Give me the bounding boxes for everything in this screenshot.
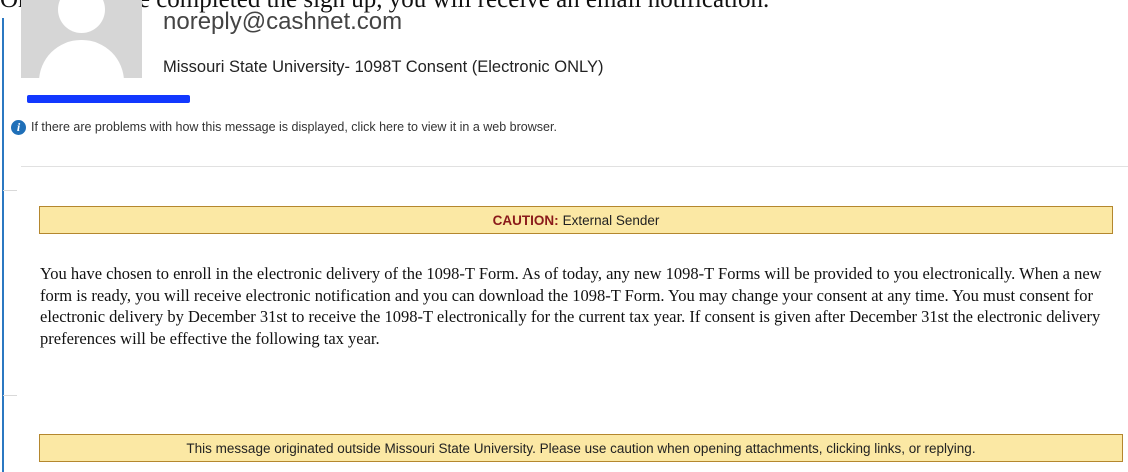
- info-icon: i: [11, 119, 26, 135]
- header-divider: [21, 166, 1128, 167]
- sender-avatar: [21, 0, 142, 78]
- caution-text: External Sender: [562, 212, 660, 228]
- infobar-text[interactable]: If there are problems with how this mess…: [31, 120, 557, 134]
- external-warning-banner: This message originated outside Missouri…: [39, 434, 1123, 462]
- left-divider-tick: [3, 190, 17, 191]
- left-divider-tick: [3, 395, 17, 396]
- avatar-body-shape: [39, 40, 124, 78]
- infobar-view-in-browser[interactable]: i If there are problems with how this me…: [11, 117, 557, 137]
- redaction-mark: [27, 95, 190, 103]
- caution-label: CAUTION:: [492, 212, 559, 228]
- avatar-head-shape: [58, 0, 105, 33]
- message-body: You have chosen to enroll in the electro…: [40, 264, 1102, 348]
- external-warning-text: This message originated outside Missouri…: [186, 440, 976, 456]
- email-subject: Missouri State University- 1098T Consent…: [163, 58, 604, 76]
- sender-email[interactable]: noreply@cashnet.com: [163, 8, 402, 36]
- caution-banner: CAUTION: External Sender: [39, 206, 1113, 234]
- reading-pane-left-border: [2, 18, 4, 472]
